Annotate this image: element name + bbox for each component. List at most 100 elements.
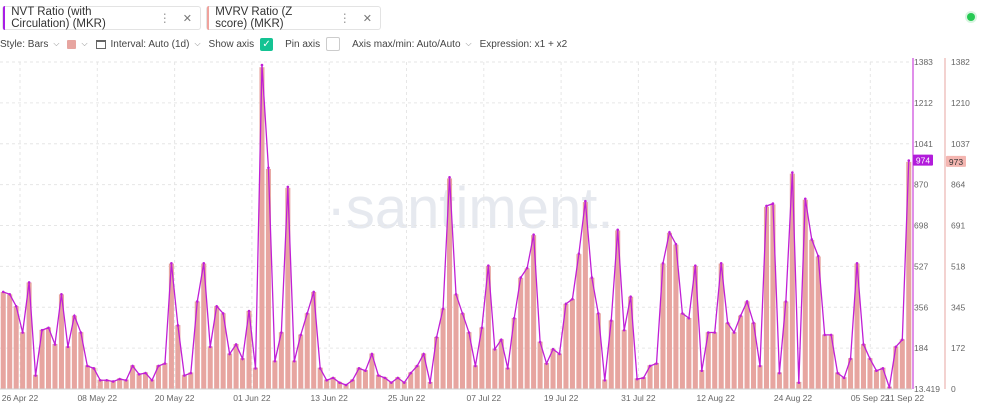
nvt-point (881, 367, 885, 370)
nvt-point (293, 359, 296, 363)
mvrv-bar (802, 199, 808, 389)
nvt-point (183, 374, 186, 377)
mvrv-bar (181, 374, 187, 389)
nvt-point (603, 378, 607, 382)
mvrv-bar (899, 339, 905, 389)
nvt-point (700, 369, 704, 373)
nvt-y-tick-label: 1041 (914, 139, 933, 149)
nvt-point (635, 377, 639, 381)
nvt-point (487, 264, 490, 267)
x-tick-label: 24 Aug 22 (774, 393, 813, 403)
mvrv-bar (712, 332, 718, 389)
nvt-point (273, 359, 277, 363)
x-tick-label: 19 Jul 22 (544, 393, 579, 403)
mvrv-bar (421, 353, 427, 389)
nvt-point (448, 176, 451, 179)
nvt-point (706, 331, 710, 334)
mvrv-bar (576, 254, 582, 389)
nvt-point (816, 254, 820, 258)
nvt-point (92, 367, 96, 370)
nvt-point (150, 378, 154, 382)
nvt-point (571, 297, 574, 301)
nvt-point (719, 261, 723, 265)
mvrv-bar (45, 327, 52, 389)
nvt-point (907, 159, 911, 162)
nvt-y-tick-label: 527 (914, 261, 928, 271)
mvrv-bar (440, 308, 446, 389)
x-tick-label: 25 Jun 22 (388, 393, 426, 403)
nvt-point (681, 312, 684, 315)
nvt-point (499, 338, 503, 341)
mvrv-bar (13, 306, 19, 389)
mvrv-bar (207, 346, 213, 389)
nvt-point (758, 364, 762, 368)
nvt-point (629, 295, 632, 299)
mvrv-bar (809, 239, 815, 389)
x-tick-label: 08 May 22 (77, 393, 117, 403)
nvt-point (694, 264, 697, 267)
nvt-point (131, 364, 134, 368)
nvt-point (202, 261, 206, 265)
nvt-point (60, 293, 63, 296)
mvrv-bar (472, 365, 478, 389)
nvt-point (118, 377, 121, 381)
mvrv-bar (524, 268, 530, 389)
nvt-point (532, 233, 535, 236)
mvrv-bar (259, 67, 265, 390)
nvt-point (40, 328, 44, 332)
nvt-point (888, 386, 891, 389)
nvt-point (726, 321, 729, 325)
mvrv-bar (776, 372, 782, 389)
nvt-point (901, 338, 904, 341)
mvrv-y-tick-label: 0 (951, 384, 956, 394)
mvrv-bar (375, 374, 381, 389)
x-tick-label: 05 Sep 22 (851, 393, 890, 403)
mvrv-bar (744, 301, 750, 389)
nvt-point (208, 345, 212, 349)
nvt-point (390, 381, 393, 384)
nvt-point (609, 319, 613, 322)
nvt-point (189, 371, 193, 375)
mvrv-bar (188, 372, 194, 389)
mvrv-bar (272, 360, 278, 389)
nvt-point (396, 376, 400, 380)
mvrv-bar (291, 360, 297, 389)
nvt-point (467, 331, 471, 334)
nvt-y-tick-label: 1383 (914, 57, 933, 67)
mvrv-y-tick-label: 1210 (951, 98, 970, 108)
nvt-point (480, 326, 484, 330)
nvt-point (739, 314, 742, 318)
nvt-y-tick-label: 698 (914, 221, 928, 231)
mvrv-y-tick-label: 172 (951, 343, 965, 353)
nvt-point (280, 331, 283, 334)
mvrv-bar (608, 320, 614, 389)
nvt-point (525, 266, 529, 270)
nvt-point (79, 331, 83, 334)
x-tick-label: 07 Jul 22 (467, 393, 502, 403)
nvt-point (648, 364, 652, 368)
nvt-point (383, 376, 387, 380)
nvt-point (8, 293, 11, 296)
nvt-point (506, 367, 510, 370)
nvt-point (829, 333, 833, 337)
nvt-point (545, 362, 548, 365)
nvt-point (377, 374, 380, 377)
nvt-y-tick-label: 1212 (914, 98, 933, 108)
nvt-point (810, 238, 814, 241)
mvrv-bar (653, 362, 660, 389)
nvt-point (855, 261, 859, 265)
mvrv-bar (518, 277, 524, 389)
mvrv-bar (699, 370, 705, 389)
mvrv-bar (453, 294, 459, 389)
nvt-point (674, 242, 678, 246)
nvt-point (299, 333, 303, 337)
nvt-point (875, 369, 878, 373)
nvt-point (797, 381, 801, 384)
nvt-point (771, 202, 775, 205)
nvt-point (14, 304, 18, 308)
nvt-point (461, 312, 464, 315)
mvrv-bar (0, 291, 6, 389)
nvt-point (493, 347, 497, 351)
nvt-point (661, 261, 665, 265)
mvrv-bar (240, 358, 246, 389)
